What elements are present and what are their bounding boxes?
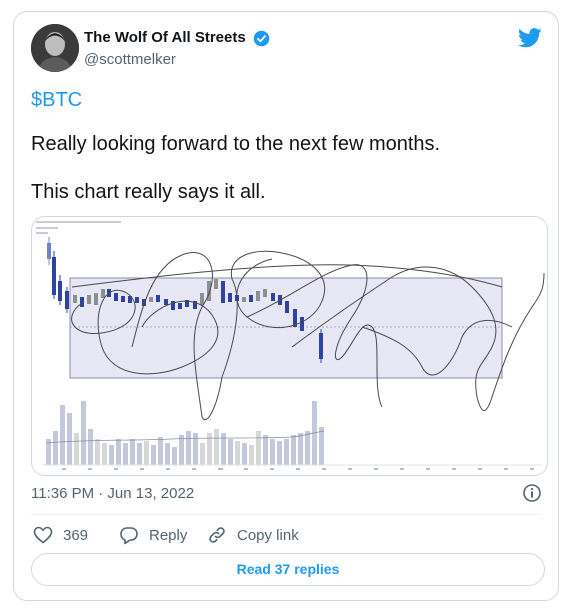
- reply-button[interactable]: Reply: [119, 524, 187, 546]
- info-icon[interactable]: [522, 483, 542, 503]
- chart-drawing: [32, 217, 547, 475]
- cashtag-link[interactable]: $BTC: [31, 89, 82, 112]
- like-count: 369: [63, 526, 89, 544]
- link-icon: [209, 527, 225, 543]
- tweet-timestamp[interactable]: 11:36 PM · Jun 13, 2022: [31, 485, 194, 502]
- chart-image[interactable]: [31, 216, 548, 476]
- tweet-card: The Wolf Of All Streets @scottmelker $BT…: [13, 11, 559, 601]
- tweet-text-line-2: This chart really says it all.: [31, 181, 266, 203]
- copy-link-button[interactable]: Copy link: [207, 524, 299, 546]
- avatar[interactable]: [31, 24, 79, 72]
- copy-link-label: Copy link: [237, 526, 299, 544]
- read-replies-button[interactable]: Read 37 replies: [31, 553, 545, 586]
- reply-icon: [120, 526, 138, 544]
- user-handle[interactable]: @scottmelker: [84, 51, 176, 68]
- twitter-bird-icon[interactable]: [518, 28, 542, 48]
- heart-icon: [33, 526, 53, 544]
- reply-label: Reply: [149, 526, 188, 544]
- verified-badge-icon: [253, 30, 270, 47]
- divider: [31, 514, 541, 515]
- display-name[interactable]: The Wolf Of All Streets: [84, 29, 246, 46]
- like-button[interactable]: 369: [33, 524, 88, 546]
- tweet-text-line-1: Really looking forward to the next few m…: [31, 133, 441, 155]
